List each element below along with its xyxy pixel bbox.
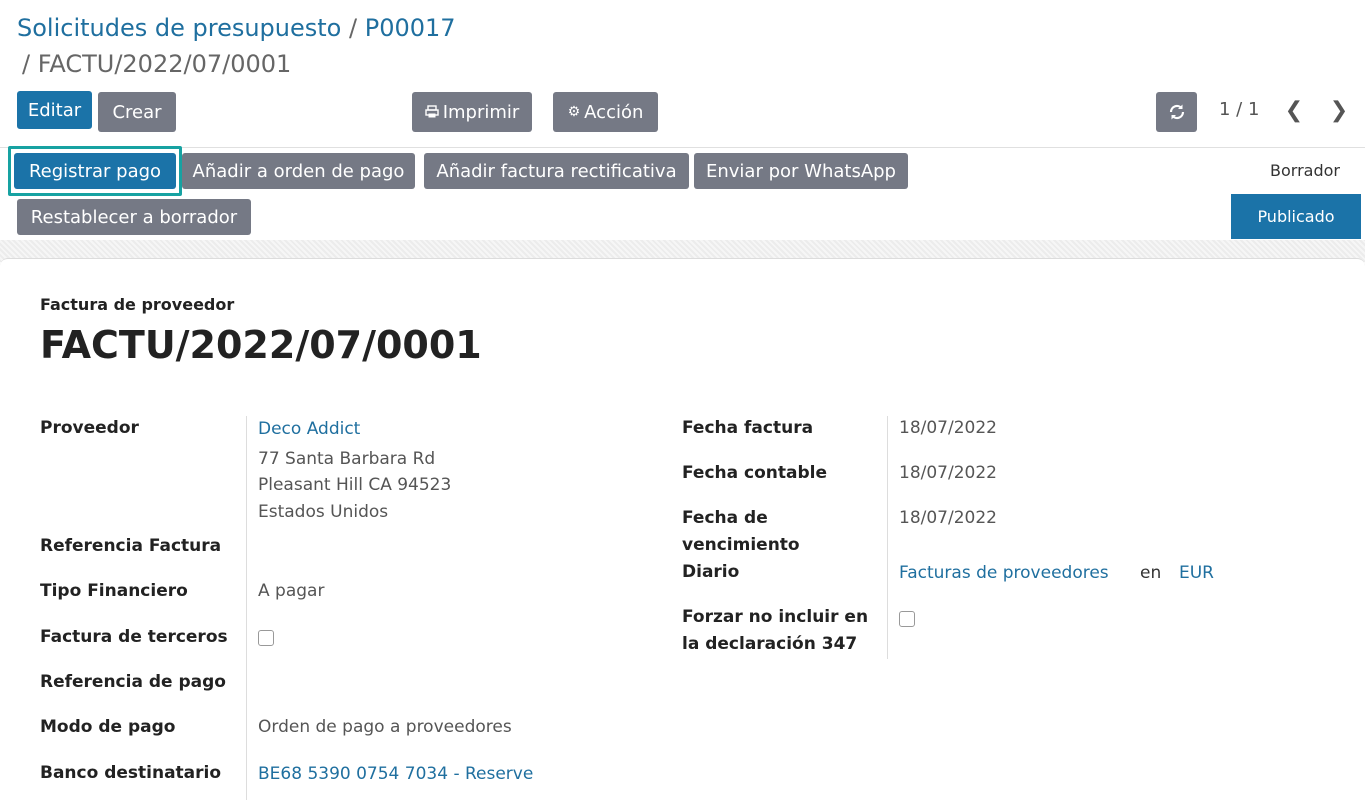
- add-payment-order-button[interactable]: Añadir a orden de pago: [182, 153, 415, 189]
- breadcrumb-current: FACTU/2022/07/0001: [37, 50, 292, 78]
- payment-mode-value[interactable]: Orden de pago a proveedores: [258, 714, 512, 741]
- financial-type-value[interactable]: A pagar: [258, 578, 324, 605]
- vendor-address-line-1: 77 Santa Barbara Rd: [258, 449, 436, 469]
- payment-mode-label: Modo de pago: [40, 717, 176, 737]
- third-party-invoice-checkbox[interactable]: [258, 630, 274, 646]
- create-button[interactable]: Crear: [98, 92, 176, 132]
- pager-value[interactable]: 1 / 1: [1219, 99, 1259, 120]
- breadcrumb-separator: /: [22, 50, 31, 78]
- refresh-button[interactable]: [1156, 92, 1197, 132]
- right-column-divider: [887, 416, 888, 659]
- currency-link[interactable]: EUR: [1179, 560, 1214, 587]
- vendor-label: Proveedor: [40, 418, 139, 438]
- journal-link[interactable]: Facturas de proveedores: [899, 560, 1109, 587]
- chevron-left-icon[interactable]: ❮: [1284, 98, 1304, 123]
- due-date-label-line-2: vencimiento: [682, 535, 800, 555]
- invoice-date-value[interactable]: 18/07/2022: [899, 415, 997, 442]
- action-button[interactable]: ⚙ Acción: [553, 92, 658, 132]
- add-credit-note-button[interactable]: Añadir factura rectificativa: [424, 153, 689, 189]
- breadcrumb-order-link[interactable]: P00017: [365, 14, 456, 42]
- document-name: FACTU/2022/07/0001: [40, 323, 482, 367]
- reset-draft-button[interactable]: Restablecer a borrador: [17, 199, 251, 235]
- send-whatsapp-button[interactable]: Enviar por WhatsApp: [694, 153, 908, 189]
- accounting-date-value[interactable]: 18/07/2022: [899, 460, 997, 487]
- breadcrumb-parent-link[interactable]: Solicitudes de presupuesto: [17, 14, 341, 42]
- status-posted[interactable]: Publicado: [1231, 194, 1361, 239]
- invoice-reference-label: Referencia Factura: [40, 536, 222, 556]
- print-button[interactable]: Imprimir: [412, 92, 532, 132]
- journal-label: Diario: [682, 562, 740, 582]
- journal-in-text: en: [1140, 563, 1162, 583]
- breadcrumb-separator: /: [349, 14, 358, 42]
- document-type: Factura de proveedor: [40, 295, 235, 314]
- third-party-invoice-label: Factura de terceros: [40, 627, 228, 647]
- refresh-icon: [1169, 104, 1184, 120]
- due-date-value[interactable]: 18/07/2022: [899, 505, 997, 532]
- accounting-date-label: Fecha contable: [682, 463, 828, 483]
- vendor-link[interactable]: Deco Addict: [258, 416, 360, 443]
- recipient-bank-link[interactable]: BE68 5390 0754 7034 - Reserve: [258, 761, 533, 788]
- force-347-checkbox[interactable]: [899, 611, 915, 627]
- recipient-bank-label: Banco destinatario: [40, 763, 222, 783]
- vendor-address-line-3: Estados Unidos: [258, 502, 389, 522]
- register-payment-button[interactable]: Registrar pago: [14, 153, 176, 189]
- financial-type-label: Tipo Financiero: [40, 581, 188, 601]
- print-label: Imprimir: [442, 101, 520, 123]
- vendor-address-line-2: Pleasant Hill CA 94523: [258, 475, 452, 495]
- left-column-divider: [246, 416, 247, 800]
- action-label: Acción: [584, 101, 644, 123]
- status-draft[interactable]: Borrador: [1270, 161, 1340, 180]
- toolbar-divider: [0, 147, 1365, 148]
- force-347-label-line-2: la declaración 347: [682, 634, 858, 654]
- payment-reference-label: Referencia de pago: [40, 672, 226, 692]
- breadcrumb: Solicitudes de presupuesto / P00017 / FA…: [17, 10, 456, 82]
- edit-button[interactable]: Editar: [17, 91, 92, 129]
- chevron-right-icon[interactable]: ❯: [1329, 98, 1349, 123]
- force-347-label-line-1: Forzar no incluir en: [682, 607, 869, 627]
- print-icon: [424, 105, 439, 118]
- invoice-date-label: Fecha factura: [682, 418, 814, 438]
- gear-icon: ⚙: [567, 104, 581, 120]
- due-date-label-line-1: Fecha de: [682, 508, 768, 528]
